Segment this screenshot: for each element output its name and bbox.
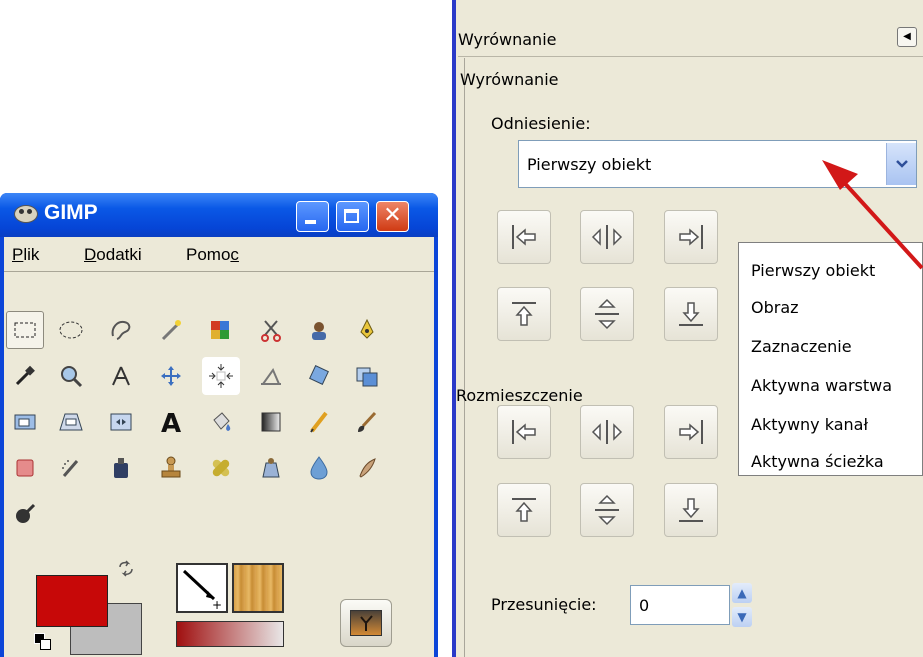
shear-tool-icon[interactable] <box>6 403 44 441</box>
menu-plik[interactable]: Plik <box>12 245 39 265</box>
swap-colors-icon[interactable] <box>116 559 136 583</box>
gradient-preview[interactable] <box>176 621 284 647</box>
color-picker-tool-icon[interactable] <box>6 357 44 395</box>
distribute-center-button[interactable] <box>580 405 634 459</box>
ink-tool-icon[interactable] <box>102 449 140 487</box>
clone-tool-icon[interactable] <box>152 449 190 487</box>
offset-label: Przesunięcie: <box>491 595 597 614</box>
blend-tool-icon[interactable] <box>252 403 290 441</box>
dropdown-option-active-channel[interactable]: Aktywny kanał <box>739 405 923 444</box>
pencil-tool-icon[interactable] <box>300 403 338 441</box>
flip-tool-icon[interactable] <box>102 403 140 441</box>
text-tool-icon[interactable]: A <box>152 403 190 441</box>
offset-spin-buttons: ▲ ▼ <box>732 583 752 627</box>
relative-to-value: Pierwszy obiekt <box>527 155 652 174</box>
dock-tab-title[interactable]: Wyrównanie <box>458 30 556 49</box>
zoom-tool-icon[interactable] <box>52 357 90 395</box>
measure-tool-icon[interactable] <box>102 357 140 395</box>
svg-text:+: + <box>212 598 222 611</box>
heal-tool-icon[interactable] <box>202 449 240 487</box>
relative-to-dropdown-list: Pierwszy obiekt Obraz Zaznaczenie Aktywn… <box>738 242 923 476</box>
dropdown-option-image[interactable]: Obraz <box>739 288 923 327</box>
rect-select-tool-icon[interactable] <box>6 311 44 349</box>
ellipse-select-tool-icon[interactable] <box>52 311 90 349</box>
dock-menu-icon[interactable]: ◀ <box>897 27 917 47</box>
free-select-tool-icon[interactable] <box>102 311 140 349</box>
brush-preview[interactable]: + <box>176 563 228 613</box>
pattern-preview[interactable] <box>232 563 284 613</box>
close-button[interactable]: ✕ <box>376 201 409 232</box>
select-by-color-tool-icon[interactable] <box>202 311 240 349</box>
scale-tool-icon[interactable] <box>348 357 386 395</box>
fuzzy-select-tool-icon[interactable] <box>152 311 190 349</box>
menu-pomoc[interactable]: Pomoc <box>186 245 239 265</box>
bucket-fill-tool-icon[interactable] <box>202 403 240 441</box>
distribute-middle-button[interactable] <box>580 483 634 537</box>
toolbox-body: Plik Dodatki Pomoc A + <box>4 237 434 657</box>
offset-value: 0 <box>639 596 650 615</box>
relative-to-label: Odniesienie: <box>491 114 591 133</box>
blur-tool-icon[interactable] <box>300 449 338 487</box>
default-colors-icon[interactable] <box>34 633 51 650</box>
menubar: Plik Dodatki Pomoc <box>4 237 434 271</box>
align-tool-icon[interactable] <box>202 357 240 395</box>
distribute-label: Rozmieszczenie <box>456 386 583 405</box>
dropdown-option-active-path[interactable]: Aktywna ścieżka <box>739 442 923 481</box>
eraser-tool-icon[interactable] <box>6 449 44 487</box>
align-middle-button[interactable] <box>580 287 634 341</box>
dropdown-option-selection[interactable]: Zaznaczenie <box>739 327 923 366</box>
distribute-top-button[interactable] <box>497 483 551 537</box>
crop-tool-icon[interactable] <box>252 357 290 395</box>
align-center-button[interactable] <box>580 210 634 264</box>
spin-up-icon[interactable]: ▲ <box>732 583 752 603</box>
move-tool-icon[interactable] <box>152 357 190 395</box>
window-title: GIMP <box>44 201 98 224</box>
perspective-tool-icon[interactable] <box>52 403 90 441</box>
gimp-toolbox-window: GIMP ✕ Plik Dodatki Pomoc A + <box>0 193 438 657</box>
perspective-clone-tool-icon[interactable] <box>252 449 290 487</box>
dropdown-option-active-layer[interactable]: Aktywna warstwa <box>739 366 923 405</box>
paths-tool-icon[interactable] <box>348 311 386 349</box>
active-image-button[interactable] <box>340 599 392 647</box>
distribute-right-button[interactable] <box>664 405 718 459</box>
foreground-color-swatch[interactable] <box>36 575 108 627</box>
panel-title: Wyrównanie <box>460 70 559 89</box>
scissors-select-tool-icon[interactable] <box>252 311 290 349</box>
menubar-divider <box>4 271 434 272</box>
menu-dodatki[interactable]: Dodatki <box>84 245 142 265</box>
maximize-button[interactable] <box>336 201 369 232</box>
dodge-burn-tool-icon[interactable] <box>6 495 44 533</box>
align-right-edge-button[interactable] <box>664 210 718 264</box>
spin-down-icon[interactable]: ▼ <box>732 607 752 627</box>
dock-title-divider <box>458 56 923 57</box>
image-thumbnail-icon <box>350 610 382 636</box>
minimize-button[interactable] <box>296 201 329 232</box>
align-top-edge-button[interactable] <box>497 287 551 341</box>
titlebar[interactable]: GIMP ✕ <box>0 193 438 237</box>
distribute-left-button[interactable] <box>497 405 551 459</box>
svg-text:A: A <box>161 409 181 435</box>
rotate-tool-icon[interactable] <box>300 357 338 395</box>
smudge-tool-icon[interactable] <box>348 449 386 487</box>
dock-edge-highlight <box>456 0 458 657</box>
align-left-edge-button[interactable] <box>497 210 551 264</box>
gimp-logo-icon <box>14 205 38 223</box>
offset-spinbutton[interactable]: 0 <box>630 585 730 625</box>
close-icon: ✕ <box>383 203 402 228</box>
align-bottom-edge-button[interactable] <box>664 287 718 341</box>
red-arrow-annotation <box>822 160 923 270</box>
paintbrush-tool-icon[interactable] <box>348 403 386 441</box>
distribute-bottom-button[interactable] <box>664 483 718 537</box>
airbrush-tool-icon[interactable] <box>52 449 90 487</box>
foreground-select-tool-icon[interactable] <box>300 311 338 349</box>
